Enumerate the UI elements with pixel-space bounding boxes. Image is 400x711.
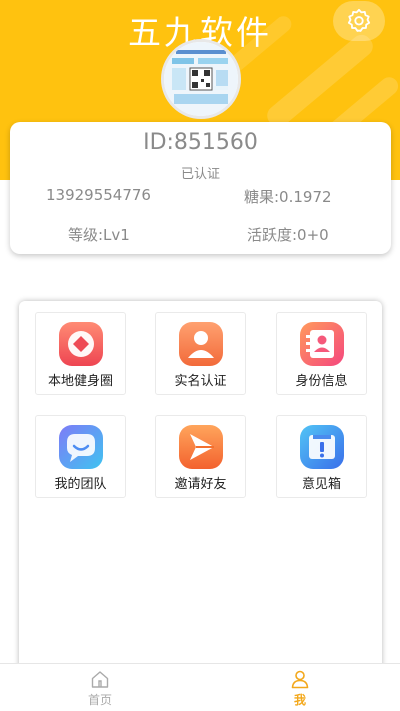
nav-me-tab[interactable]: 我 <box>200 664 400 711</box>
nav-home-tab[interactable]: 首页 <box>0 664 200 711</box>
bottom-nav: 首页 我 <box>0 663 400 711</box>
menu-item-team[interactable]: 我的团队 <box>35 415 126 498</box>
menu-item-label: 身份信息 <box>295 374 348 389</box>
menu-item-label: 本地健身圈 <box>47 374 113 389</box>
settings-button[interactable] <box>333 1 385 41</box>
identity-info-icon <box>300 322 344 366</box>
menu-item-feedback-box[interactable]: 意见箱 <box>276 415 367 498</box>
menu-item-local-fitness[interactable]: 本地健身圈 <box>35 312 126 395</box>
verified-status: 已认证 <box>180 167 220 182</box>
user-id: ID:851560 <box>143 130 258 155</box>
phone-number: 13929554776 <box>46 186 151 204</box>
screen: 五九软件 ID:851560 已认证 13929554776 糖果:0.1972… <box>0 0 400 711</box>
local-fitness-icon <box>59 322 103 366</box>
qr-code-avatar-icon <box>164 42 238 116</box>
menu-item-label: 我的团队 <box>54 477 107 492</box>
nav-home-label: 首页 <box>87 693 112 707</box>
menu-item-invite-friend[interactable]: 邀请好友 <box>155 415 246 498</box>
feedback-box-icon <box>300 425 344 469</box>
gear-icon <box>347 8 371 32</box>
nav-me-label: 我 <box>293 693 306 707</box>
home-icon <box>91 671 109 688</box>
user-level: 等级:Lv1 <box>68 226 130 244</box>
menu-item-label: 实名认证 <box>174 374 227 389</box>
avatar[interactable] <box>161 39 241 119</box>
profile-info-card: ID:851560 已认证 13929554776 糖果:0.1972 等级:L… <box>10 122 391 254</box>
menu-panel: 本地健身圈 实名认证 身份信息 我的团队 邀请好友 意见箱 <box>19 301 382 673</box>
user-icon <box>291 670 309 689</box>
candy-balance: 糖果:0.1972 <box>244 188 332 206</box>
team-icon <box>59 425 103 469</box>
menu-item-label: 意见箱 <box>301 477 341 492</box>
menu-item-label: 邀请好友 <box>174 477 227 492</box>
menu-item-real-name[interactable]: 实名认证 <box>155 312 246 395</box>
real-name-icon <box>179 322 223 366</box>
menu-item-identity-info[interactable]: 身份信息 <box>276 312 367 395</box>
activity-score: 活跃度:0+0 <box>247 226 329 244</box>
invite-friend-icon <box>179 425 223 469</box>
